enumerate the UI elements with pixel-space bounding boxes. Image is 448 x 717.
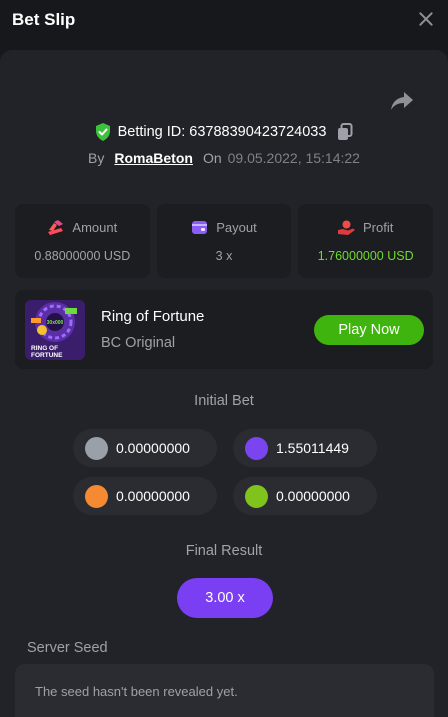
modal-header: Bet Slip bbox=[0, 0, 448, 40]
stat-profit-label: Profit bbox=[363, 219, 394, 235]
coin-green-icon bbox=[245, 484, 268, 508]
final-result-badge: 3.00 x bbox=[177, 578, 273, 618]
stat-amount-value: 0.88000000 USD bbox=[34, 248, 131, 263]
thumb-badge: 30x000 bbox=[47, 320, 64, 326]
stat-payout-value: 3 x bbox=[215, 248, 233, 263]
stat-payout: Payout 3 x bbox=[156, 204, 292, 278]
user-link[interactable]: RomaBeton bbox=[114, 150, 193, 166]
stat-profit-value: 1.76000000 USD bbox=[317, 248, 414, 263]
bet-slip-modal: Bet Slip Betting ID: 63788390423724033 B… bbox=[0, 0, 448, 717]
coin-value: 1.55011449 bbox=[276, 440, 349, 456]
bet-stats: Amount 0.88000000 USD Payout 3 x Profit … bbox=[15, 204, 434, 278]
wallet-icon bbox=[192, 220, 208, 234]
copy-icon[interactable] bbox=[337, 123, 353, 141]
server-seed-box: The seed hasn't been revealed yet. bbox=[15, 664, 434, 717]
stat-amount: Amount 0.88000000 USD bbox=[15, 204, 150, 278]
betting-id-value: 63788390423724033 bbox=[189, 124, 327, 140]
ring-of-fortune-thumbnail-art: 30x000 RING OF FORTUNE bbox=[25, 300, 85, 360]
coin-value: 0.00000000 bbox=[116, 440, 190, 456]
by-label: By bbox=[88, 150, 105, 166]
bet-detail-panel: Betting ID: 63788390423724033 By RomaBet… bbox=[0, 50, 448, 717]
coin-chip: 0.00000000 bbox=[73, 477, 217, 515]
thumb-text-line-1: RING OF bbox=[31, 345, 58, 352]
final-result-label: Final Result bbox=[185, 543, 263, 559]
coin-value: 0.00000000 bbox=[116, 488, 190, 504]
coin-purple-icon bbox=[245, 436, 268, 460]
coin-gray-icon bbox=[85, 436, 108, 460]
coin-value: 0.00000000 bbox=[276, 488, 350, 504]
modal-title: Bet Slip bbox=[12, 10, 76, 29]
server-seed-text: The seed hasn't been revealed yet. bbox=[35, 684, 238, 699]
on-label: On bbox=[202, 150, 222, 166]
game-card: 30x000 RING OF FORTUNE Ring of Fortune B… bbox=[15, 290, 433, 369]
coin-chip: 0.00000000 bbox=[73, 429, 217, 467]
betting-id-label: Betting ID: bbox=[117, 124, 186, 140]
share-icon[interactable] bbox=[390, 90, 414, 112]
coin-chip: 0.00000000 bbox=[233, 477, 377, 515]
game-provider: BC Original bbox=[101, 335, 176, 351]
shield-check-icon bbox=[95, 123, 110, 141]
game-thumbnail[interactable]: 30x000 RING OF FORTUNE bbox=[25, 300, 85, 360]
play-now-button[interactable]: Play Now bbox=[314, 315, 424, 345]
stat-amount-label: Amount bbox=[72, 219, 118, 235]
coin-orange-icon bbox=[85, 484, 108, 508]
server-seed-label: Server Seed bbox=[27, 640, 108, 656]
bet-date: 09.05.2022, 15:14:22 bbox=[227, 150, 360, 166]
thumb-text-line-2: FORTUNE bbox=[31, 352, 63, 359]
coins-icon bbox=[48, 219, 64, 235]
betting-id-row: Betting ID: 63788390423724033 bbox=[0, 122, 448, 142]
bet-author-row: By RomaBeton On 09.05.2022, 15:14:22 bbox=[0, 148, 448, 168]
coin-chip: 1.55011449 bbox=[233, 429, 377, 467]
initial-bet-label: Initial Bet bbox=[194, 393, 254, 409]
stat-payout-label: Payout bbox=[216, 219, 257, 235]
profit-icon bbox=[338, 220, 355, 235]
close-icon[interactable] bbox=[418, 11, 434, 27]
game-name[interactable]: Ring of Fortune bbox=[101, 308, 204, 325]
stat-profit: Profit 1.76000000 USD bbox=[298, 204, 434, 278]
